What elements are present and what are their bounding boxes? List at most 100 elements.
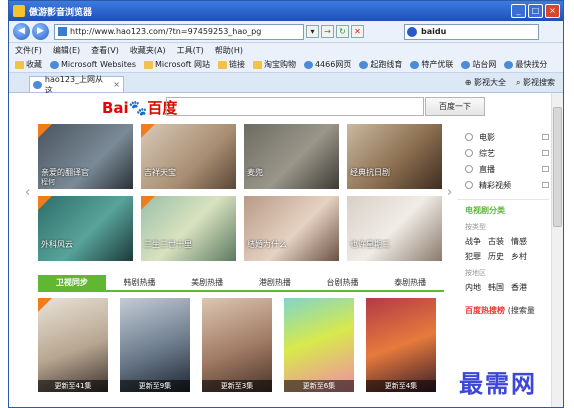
favorites-item[interactable]: 特产优联 (410, 59, 453, 70)
folder-icon (144, 60, 154, 69)
ie-icon (359, 60, 369, 69)
sidebar-item-videos[interactable]: 精彩视频 (457, 177, 549, 193)
favorites-bar: 收藏 Microsoft Websites Microsoft 网站 链接 淘宝… (9, 57, 563, 73)
tab-thai-drama[interactable]: 泰剧热播 (376, 275, 444, 290)
film-icon (465, 133, 473, 141)
type-label: 按类型 (465, 223, 486, 231)
ie-icon (50, 60, 59, 69)
ie-icon (461, 60, 471, 69)
menu-view[interactable]: 查看(V) (91, 45, 119, 56)
refresh-icon[interactable]: ↻ (336, 25, 349, 38)
star-icon (15, 60, 24, 69)
favorites-item[interactable]: 收藏 (15, 59, 42, 70)
search-box[interactable]: baidu (404, 23, 539, 40)
browser-window: 傲游影音浏览器 _ □ × ◀ ▶ http://www.hao123.com/… (8, 0, 564, 408)
close-button[interactable]: × (545, 4, 560, 18)
baidu-search-button[interactable]: 百度一下 (425, 97, 485, 116)
region-link[interactable]: 韩国 (488, 282, 504, 293)
stop-icon[interactable]: ✕ (351, 25, 364, 38)
poster-card[interactable]: 更新至6集 (284, 298, 354, 392)
video-icon (465, 181, 473, 189)
region-link[interactable]: 香港 (511, 282, 527, 293)
poster-card[interactable]: 更新至3集 (202, 298, 272, 392)
right-sidebar: 电影 综艺 直播 精彩视频 电视剧分类 按类型 战争 古装 情感 犯罪 历史 乡… (457, 129, 549, 316)
watermark: 最需网 (459, 369, 537, 398)
featured-card[interactable]: 麦兜 (244, 124, 339, 189)
tool-film-search[interactable]: ⌕ 影视搜索 (516, 77, 555, 88)
hot-search-heading[interactable]: 百度热搜榜 (搜索量 (457, 305, 549, 316)
title-bar: 傲游影音浏览器 _ □ × (9, 1, 563, 21)
ie-icon (410, 60, 420, 69)
type-link[interactable]: 乡村 (511, 251, 527, 262)
tab-hao123[interactable]: hao123_上网从这 × (29, 75, 124, 95)
ie-icon (33, 80, 42, 89)
tool-film-library[interactable]: ⊕ 影视大全 (465, 77, 506, 88)
address-bar[interactable]: http://www.hao123.com/?tn=97459253_hao_p… (54, 23, 304, 40)
featured-card[interactable]: 亲爱的翻译官 程何 (38, 124, 133, 189)
tv-category-heading: 电视剧分类 (457, 199, 549, 216)
carousel-next-icon[interactable]: › (447, 185, 452, 200)
app-icon (13, 5, 25, 17)
dropdown-icon[interactable]: ▾ (306, 25, 319, 38)
type-link[interactable]: 情感 (511, 236, 527, 247)
favorites-item[interactable]: 链接 (217, 59, 245, 70)
tab-row: hao123_上网从这 × ⊕ 影视大全 ⌕ 影视搜索 (9, 73, 563, 95)
folder-icon (252, 60, 262, 69)
poster-card[interactable]: 更新至4集 (366, 298, 436, 392)
menu-help[interactable]: 帮助(H) (215, 45, 243, 56)
ie-icon (303, 60, 313, 69)
region-link[interactable]: 内地 (465, 282, 481, 293)
baidu-search-input[interactable] (166, 97, 424, 116)
featured-card[interactable]: 三生三世十里 (141, 196, 236, 261)
featured-card[interactable]: 经典抗日剧 (347, 124, 442, 189)
type-link[interactable]: 战争 (465, 236, 481, 247)
favorites-item[interactable]: 站台网 (461, 59, 496, 70)
favorites-item[interactable]: Microsoft 网站 (144, 59, 210, 70)
tab-hk-drama[interactable]: 港剧热播 (241, 275, 309, 290)
favorites-item[interactable]: 起跑线育 (359, 59, 402, 70)
ie-icon (504, 60, 514, 69)
poster-card[interactable]: 更新至41集 (38, 298, 108, 392)
tab-tw-drama[interactable]: 台剧热播 (309, 275, 377, 290)
star-icon (465, 149, 473, 157)
page-icon (58, 27, 67, 36)
tv-icon (465, 165, 473, 173)
sidebar-item-movie[interactable]: 电影 (457, 129, 549, 145)
vertical-scrollbar[interactable] (551, 93, 563, 407)
minimize-button[interactable]: _ (511, 4, 526, 18)
menu-file[interactable]: 文件(F) (15, 45, 42, 56)
maximize-button[interactable]: □ (528, 4, 543, 18)
sidebar-item-variety[interactable]: 综艺 (457, 145, 549, 161)
favorites-item[interactable]: 淘宝购物 (252, 59, 296, 70)
scrollbar-thumb[interactable] (553, 107, 562, 227)
back-icon[interactable]: ◀ (13, 23, 30, 40)
menu-favorites[interactable]: 收藏夹(A) (130, 45, 166, 56)
menu-bar: 文件(F) 编辑(E) 查看(V) 收藏夹(A) 工具(T) 帮助(H) (9, 43, 563, 57)
category-tabs: 卫视同步 韩剧热播 美剧热播 港剧热播 台剧热播 泰剧热播 (38, 275, 444, 292)
tab-us-drama[interactable]: 美剧热播 (173, 275, 241, 290)
poster-card[interactable]: 更新至9集 (120, 298, 190, 392)
menu-edit[interactable]: 编辑(E) (53, 45, 80, 56)
folder-icon (217, 60, 227, 69)
featured-card[interactable]: 吉祥天宝 (141, 124, 236, 189)
tab-close-icon[interactable]: × (113, 80, 120, 89)
tab-korean-drama[interactable]: 韩剧热播 (106, 275, 174, 290)
featured-card[interactable]: 结婚为什么 (244, 196, 339, 261)
favorites-item[interactable]: Microsoft Websites (50, 60, 136, 69)
baidu-paw-icon (407, 26, 417, 37)
region-label: 按地区 (465, 269, 486, 277)
menu-tools[interactable]: 工具(T) (177, 45, 204, 56)
carousel-prev-icon[interactable]: ‹ (25, 185, 30, 200)
type-link[interactable]: 古装 (488, 236, 504, 247)
favorites-item[interactable]: 最快找分 (504, 59, 547, 70)
tab-satellite-sync[interactable]: 卫视同步 (38, 275, 106, 290)
go-icon[interactable]: → (321, 25, 334, 38)
featured-card[interactable]: 也许星期三 (347, 196, 442, 261)
type-link[interactable]: 历史 (488, 251, 504, 262)
favorites-item[interactable]: 4466网页 (303, 59, 351, 70)
featured-card[interactable]: 外科风云 (38, 196, 133, 261)
address-row: ◀ ▶ http://www.hao123.com/?tn=97459253_h… (9, 21, 563, 43)
type-link[interactable]: 犯罪 (465, 251, 481, 262)
forward-icon[interactable]: ▶ (32, 23, 49, 40)
sidebar-item-live[interactable]: 直播 (457, 161, 549, 177)
